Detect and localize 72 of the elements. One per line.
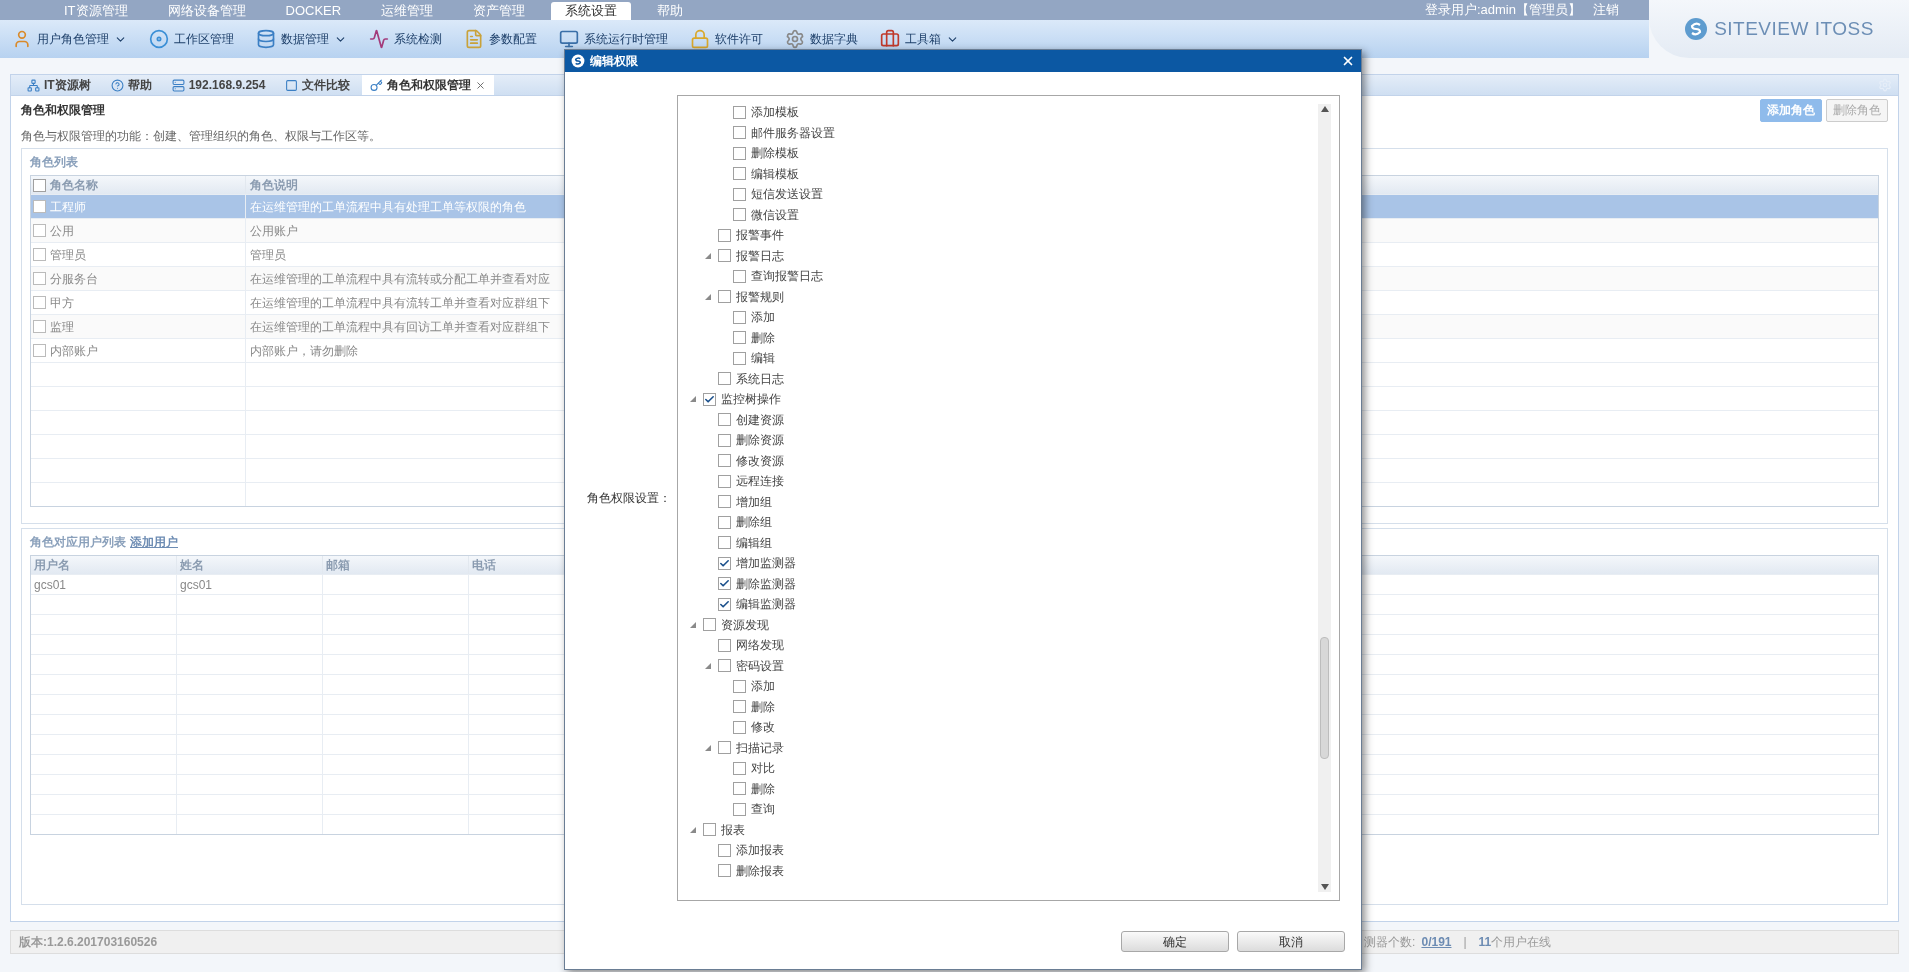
permission-label: 删除报表 xyxy=(736,862,784,880)
permission-label: 添加报表 xyxy=(736,842,784,860)
permission-label: 微信设置 xyxy=(751,206,799,224)
version-text: 版本:1.2.6.201703160526 xyxy=(18,934,158,951)
table-cell-text: 公用账户 xyxy=(250,222,298,240)
table-cell-text: 公用 xyxy=(50,222,74,240)
table-cell-text: 管理员 xyxy=(50,246,86,264)
permission-label: 系统日志 xyxy=(736,370,784,388)
monitor-count-label: 测器个数: xyxy=(1364,934,1416,951)
column-header: 角色名称 xyxy=(50,177,98,194)
table-cell-text: 在运维管理的工单流程中具有回访工单并查看对应群组下 xyxy=(250,318,550,336)
table-cell-text: 管理员 xyxy=(250,246,286,264)
column-header: 电话 xyxy=(472,557,496,574)
dialog-title: 编辑权限 xyxy=(590,53,638,70)
column-header: 邮箱 xyxy=(326,557,350,574)
permission-label: 报表 xyxy=(721,821,745,839)
column-header: 角色说明 xyxy=(250,177,298,194)
table-cell-text: 分服务台 xyxy=(50,270,98,288)
permission-label: 创建资源 xyxy=(736,411,784,429)
table-cell-text: 甲方 xyxy=(50,294,74,312)
permission-label: 远程连接 xyxy=(736,473,784,491)
permission-label: 删除组 xyxy=(736,514,772,532)
column-header: 用户名 xyxy=(34,557,70,574)
table-cell-text: 内部账户，请勿删除 xyxy=(250,342,358,360)
separator-text: | xyxy=(1462,934,1468,951)
permission-label: 删除模板 xyxy=(751,145,799,163)
page-title: 角色和权限管理 xyxy=(21,102,105,119)
permission-label: 添加 xyxy=(751,678,775,696)
table-cell-text: 在运维管理的工单流程中具有处理工单等权限的角色 xyxy=(250,198,526,216)
permission-label: 添加 xyxy=(751,309,775,327)
permission-label: 短信发送设置 xyxy=(751,186,823,204)
permission-label: 删除 xyxy=(751,780,775,798)
permission-label: 对比 xyxy=(751,760,775,778)
permission-label: 添加模板 xyxy=(751,104,799,122)
permission-label: 报警规则 xyxy=(736,288,784,306)
logo-text: SITEVIEW ITOSS xyxy=(1714,16,1874,41)
permission-label: 删除 xyxy=(751,698,775,716)
permission-label: 监控树操作 xyxy=(721,391,781,409)
login-user: 登录用户:admin【管理员】 xyxy=(1424,1,1581,20)
table-cell-text: 内部账户 xyxy=(50,342,98,360)
permission-label: 报警事件 xyxy=(736,227,784,245)
permission-label: 修改资源 xyxy=(736,452,784,470)
permission-label: 编辑监测器 xyxy=(736,596,796,614)
column-header: 姓名 xyxy=(180,557,204,574)
page-description: 角色与权限管理的功能：创建、管理组织的角色、权限与工作区等。 xyxy=(21,128,381,145)
permission-label: 查询 xyxy=(751,801,775,819)
permission-label: 报警日志 xyxy=(736,247,784,265)
table-cell-text: 在运维管理的工单流程中具有流转或分配工单并查看对应 xyxy=(250,270,550,288)
panel-title: 角色列表 xyxy=(30,154,78,171)
permission-label: 删除资源 xyxy=(736,432,784,450)
permission-label: 修改 xyxy=(751,719,775,737)
permission-label: 编辑组 xyxy=(736,534,772,552)
permission-label: 邮件服务器设置 xyxy=(751,124,835,142)
permission-label: 增加组 xyxy=(736,493,772,511)
table-cell-text: 工程师 xyxy=(50,198,86,216)
permission-label: 编辑 xyxy=(751,350,775,368)
permission-label: 查询报警日志 xyxy=(751,268,823,286)
permission-label: 删除 xyxy=(751,329,775,347)
table-cell-text: 在运维管理的工单流程中具有流转工单并查看对应群组下 xyxy=(250,294,550,312)
permission-label: 网络发现 xyxy=(736,637,784,655)
permission-label: 编辑模板 xyxy=(751,165,799,183)
table-cell-text: gcs01 xyxy=(180,576,213,594)
permission-label: 扫描记录 xyxy=(736,739,784,757)
permission-label: 资源发现 xyxy=(721,616,769,634)
permission-label: 增加监测器 xyxy=(736,555,796,573)
panel-title: 角色对应用户列表 xyxy=(30,534,126,551)
permission-label: 删除监测器 xyxy=(736,575,796,593)
table-cell-text: gcs01 xyxy=(34,576,67,594)
online-users-text: 11个用户在线 xyxy=(1478,934,1552,951)
table-cell-text: 监理 xyxy=(50,318,74,336)
field-label: 角色权限设置： xyxy=(587,490,671,507)
permission-label: 密码设置 xyxy=(736,657,784,675)
